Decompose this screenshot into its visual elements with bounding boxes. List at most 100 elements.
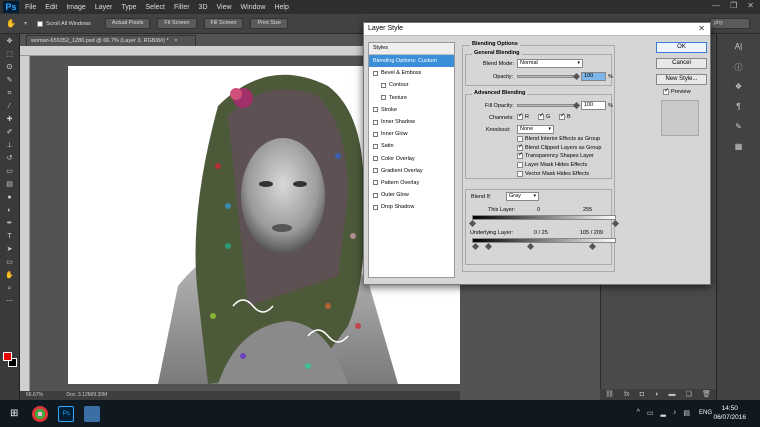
new-style-button[interactable]: New Style... [656,74,707,85]
history-panel-icon[interactable]: ▦ [732,142,746,154]
group-folder-icon[interactable]: ▬ [668,389,675,400]
eyedropper-tool-icon[interactable]: ⁄ [3,102,17,112]
battery-icon[interactable]: ▭ [647,409,654,417]
menu-window[interactable]: Window [241,4,266,11]
foreground-color-swatch[interactable] [3,352,12,361]
style-item-checkbox[interactable] [373,119,378,125]
fill-opacity-slider[interactable] [517,104,577,107]
blend-check-option[interactable]: Layer Mask Hides Effects [517,162,587,169]
language-indicator[interactable]: ENG [699,410,712,416]
style-item[interactable]: Gradient Overlay [369,165,454,177]
adjustment-icon[interactable]: ◑ [654,389,658,400]
style-item-checkbox[interactable] [373,180,378,186]
blend-check-option[interactable]: Blend Clipped Layers as Group [517,143,601,151]
blend-if-select[interactable]: Gray ▾ [506,192,539,201]
fit-screen-button[interactable]: Fit Screen [157,18,197,29]
path-select-tool-icon[interactable]: ➤ [3,245,17,255]
photoshop-taskbar-icon[interactable]: Ps [58,405,75,422]
menu-layer[interactable]: Layer [95,4,113,11]
close-icon[interactable]: ✕ [747,1,754,10]
preview-checkbox[interactable] [663,87,669,95]
fill-opacity-input[interactable]: 100 [581,101,606,110]
file-explorer-icon[interactable] [84,405,101,422]
zoom-tool-icon[interactable]: ⌕ [3,284,17,294]
channel-g-option[interactable]: G [538,112,550,120]
style-item[interactable]: Stroke [369,104,454,116]
brush-tool-icon[interactable]: ✐ [3,128,17,138]
hand-tool-icon[interactable]: ✋ [6,19,16,28]
zoom-level[interactable]: 66.67% [26,392,43,398]
swatches-panel-icon[interactable]: ❖ [732,82,746,94]
style-item[interactable]: Bevel & Emboss [369,67,454,79]
style-item-checkbox[interactable] [373,204,378,210]
history-brush-tool-icon[interactable]: ↺ [3,154,17,164]
scroll-all-windows-checkbox[interactable] [36,20,43,27]
network-icon[interactable]: ▂ [660,409,665,417]
blend-mode-select[interactable]: Normal ▾ [517,59,583,68]
style-item-checkbox[interactable] [373,143,378,149]
style-item[interactable]: Inner Shadow [369,116,454,128]
blend-check-checkbox[interactable] [517,162,523,169]
info-panel-icon[interactable]: ⓘ [732,62,746,74]
maximize-icon[interactable]: ❐ [730,1,737,10]
crop-tool-icon[interactable]: ⌗ [3,89,17,99]
style-item-checkbox[interactable] [373,107,378,113]
fx-icon[interactable]: fx [624,389,629,400]
menu-view[interactable]: View [217,4,232,11]
marquee-tool-icon[interactable]: ⬚ [3,50,17,60]
blur-tool-icon[interactable]: ● [3,193,17,203]
style-item-checkbox[interactable] [381,82,386,88]
move-tool-icon[interactable]: ✥ [3,37,17,47]
notification-icon[interactable]: ▤ [683,409,690,417]
healing-brush-tool-icon[interactable]: ✚ [3,115,17,125]
add-mask-icon[interactable]: ◘ [640,389,644,400]
menu-image[interactable]: Image [66,4,85,11]
channel-r-option[interactable]: R [517,112,529,120]
style-item[interactable]: Blending Options: Custom [369,55,454,68]
actual-pixels-button[interactable]: Actual Pixels [104,18,151,29]
new-layer-icon[interactable]: ❏ [686,389,692,400]
link-layers-icon[interactable]: ⛓ [605,389,614,400]
fill-screen-button[interactable]: Fill Screen [203,18,244,29]
blend-check-checkbox[interactable] [517,170,523,177]
style-item[interactable]: Color Overlay [369,153,454,165]
document-tab[interactable]: woman-659352_1280.psd @ 66.7% (Layer 3, … [26,35,196,46]
style-item-checkbox[interactable] [381,95,386,101]
channel-r-checkbox[interactable] [517,112,523,120]
cancel-button[interactable]: Cancel [656,58,707,69]
more-tools-icon[interactable]: ⋯ [3,297,17,307]
vertical-ruler[interactable] [20,56,30,391]
scroll-all-windows-option[interactable]: Scroll All Windows [36,20,91,27]
menu-edit[interactable]: Edit [45,4,57,11]
ok-button[interactable]: OK [656,42,707,53]
style-item-checkbox[interactable] [373,156,378,162]
close-tab-icon[interactable]: × [174,38,177,44]
volume-icon[interactable]: ♪ [673,409,677,417]
style-item[interactable]: Outer Glow [369,189,454,201]
blend-check-checkbox[interactable] [517,136,523,142]
style-item[interactable]: Contour [369,79,454,91]
paragraph-panel-icon[interactable]: ¶ [732,102,746,114]
style-item[interactable]: Inner Glow [369,128,454,140]
blend-check-option[interactable]: Vector Mask Hides Effects [517,170,589,177]
preview-option[interactable]: Preview [663,87,691,95]
eraser-tool-icon[interactable]: ▭ [3,167,17,177]
style-item-checkbox[interactable] [373,70,378,76]
blend-check-option[interactable]: Blend Interior Effects as Group [517,136,600,142]
knockout-select[interactable]: None ▾ [517,125,554,134]
quick-select-tool-icon[interactable]: ✎ [3,76,17,86]
clone-stamp-tool-icon[interactable]: ⊥ [3,141,17,151]
menu-file[interactable]: File [25,4,36,11]
trash-icon[interactable]: 🗑 [702,389,711,400]
opacity-slider[interactable] [517,75,577,78]
channel-b-option[interactable]: B [559,112,571,120]
blend-check-option[interactable]: Transparency Shapes Layer [517,151,594,160]
gradient-tool-icon[interactable]: ▤ [3,180,17,190]
shape-tool-icon[interactable]: ▭ [3,258,17,268]
style-item-checkbox[interactable] [373,131,378,137]
style-item-checkbox[interactable] [373,192,378,198]
menu-select[interactable]: Select [146,4,165,11]
menu-3d[interactable]: 3D [199,4,208,11]
dialog-title-bar[interactable]: Layer Style ✕ [364,23,710,36]
dialog-close-icon[interactable]: ✕ [698,23,705,35]
